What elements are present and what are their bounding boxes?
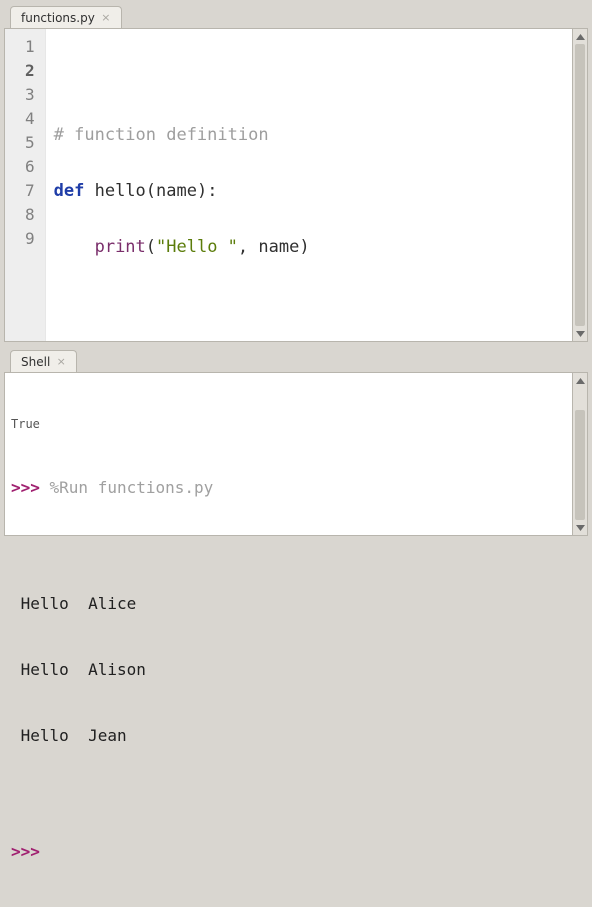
line-number: 7	[25, 179, 35, 203]
scroll-down-icon[interactable]	[573, 326, 587, 341]
code-line: # function definition	[54, 123, 310, 147]
code-line: def hello(name):	[54, 179, 310, 203]
shell-output-line: Hello Alice	[11, 593, 566, 615]
code-area[interactable]: # function definition def hello(name): p…	[46, 29, 318, 341]
shell-prompt: >>>	[11, 478, 50, 497]
code-line: print("Hello ", name)	[54, 235, 310, 259]
shell-terminal[interactable]: True >>> %Run functions.py Hello Alice H…	[5, 373, 572, 535]
close-icon[interactable]: ×	[101, 13, 111, 23]
shell-prompt: >>>	[11, 842, 50, 861]
scroll-up-icon[interactable]	[573, 29, 587, 44]
shell-scrollback-tail: True	[11, 413, 566, 425]
line-number: 2	[25, 59, 35, 83]
line-number: 3	[25, 83, 35, 107]
line-number: 6	[25, 155, 35, 179]
scroll-track[interactable]	[573, 44, 587, 326]
shell-content: True >>> %Run functions.py Hello Alice H…	[4, 372, 588, 536]
shell-pane: Shell × True >>> %Run functions.py Hello…	[4, 348, 588, 538]
shell-output-line: Hello Jean	[11, 725, 566, 747]
scroll-thumb[interactable]	[575, 410, 585, 520]
editor-content: 1 2 3 4 5 6 7 8 9 # function definition …	[4, 28, 588, 342]
shell-tab-label: Shell	[21, 355, 50, 369]
scroll-thumb[interactable]	[575, 44, 585, 326]
shell-line: >>>	[11, 841, 566, 863]
editor-tab-label: functions.py	[21, 11, 95, 25]
line-number: 1	[25, 35, 35, 59]
close-icon[interactable]: ×	[56, 357, 66, 367]
shell-tabbar: Shell ×	[4, 348, 588, 372]
code-editor[interactable]: 1 2 3 4 5 6 7 8 9 # function definition …	[5, 29, 572, 341]
line-number: 9	[25, 227, 35, 251]
line-number-gutter: 1 2 3 4 5 6 7 8 9	[5, 29, 46, 341]
line-number: 8	[25, 203, 35, 227]
code-line	[54, 67, 310, 91]
shell-output-line: Hello Alison	[11, 659, 566, 681]
editor-tabbar: functions.py ×	[4, 4, 588, 28]
line-number: 5	[25, 131, 35, 155]
scroll-up-icon[interactable]	[573, 373, 587, 388]
editor-vertical-scrollbar[interactable]	[572, 29, 587, 341]
shell-line: >>> %Run functions.py	[11, 477, 566, 499]
editor-tab-functions[interactable]: functions.py ×	[10, 6, 122, 28]
shell-vertical-scrollbar[interactable]	[572, 373, 587, 535]
scroll-down-icon[interactable]	[573, 520, 587, 535]
editor-pane: functions.py × 1 2 3 4 5 6 7 8 9 # funct…	[4, 4, 588, 344]
line-number: 4	[25, 107, 35, 131]
shell-command: %Run functions.py	[50, 478, 214, 497]
shell-tab[interactable]: Shell ×	[10, 350, 77, 372]
scroll-track[interactable]	[573, 388, 587, 520]
code-line	[54, 291, 310, 315]
